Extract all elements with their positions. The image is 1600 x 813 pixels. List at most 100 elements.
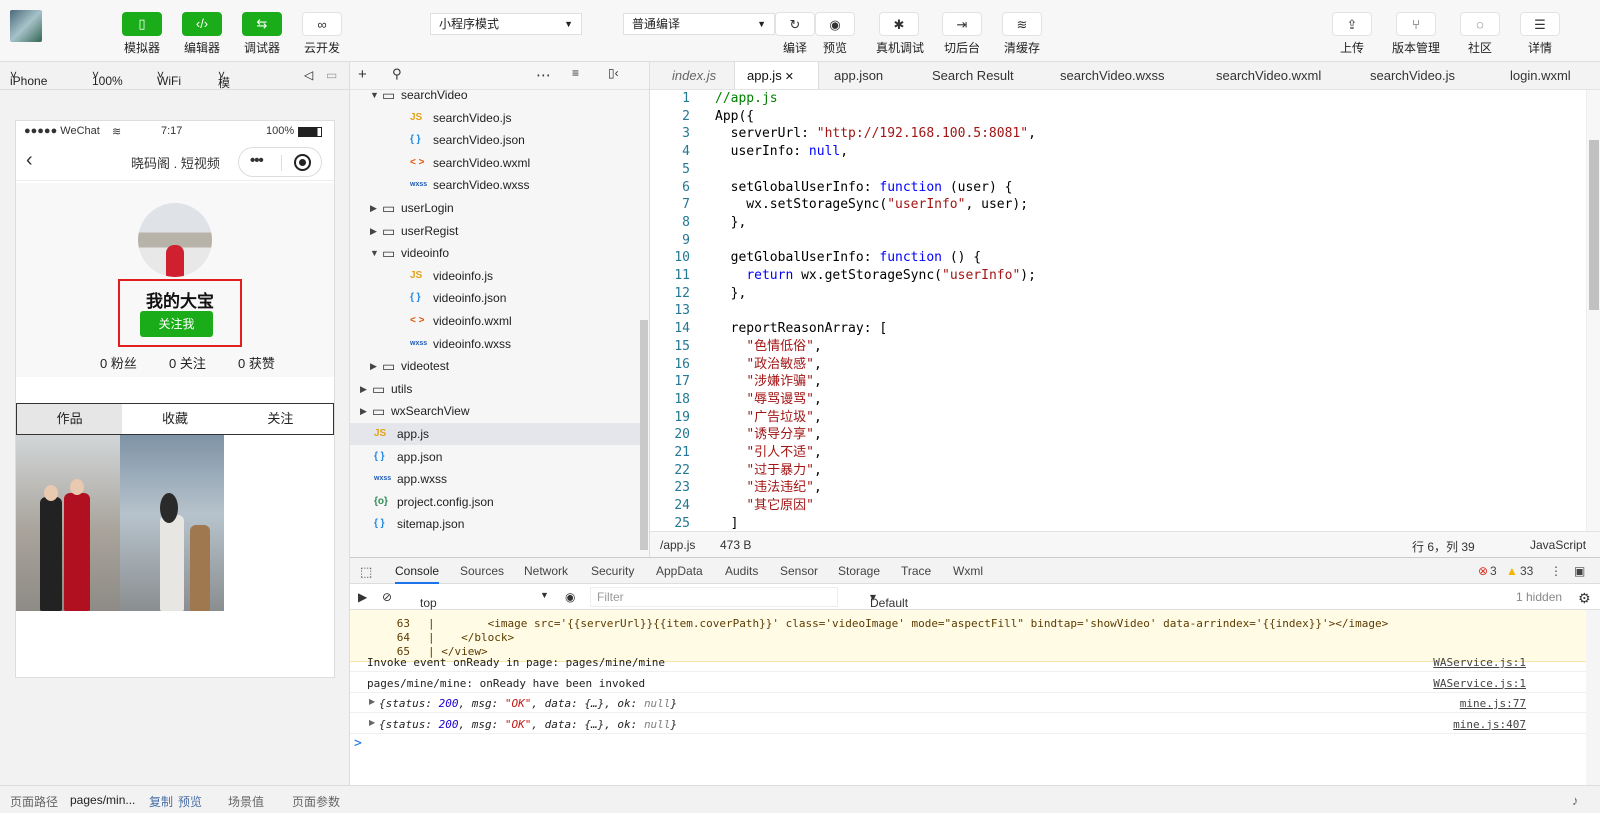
editor-button[interactable]: ‹/› 编辑器	[180, 12, 224, 56]
tree-item[interactable]: ▶ ▭ utils	[350, 378, 640, 400]
gear-icon[interactable]: ⚙	[1578, 590, 1591, 607]
preview-button[interactable]: ◉ 预览	[813, 12, 857, 56]
devtools-more-icon[interactable]: ⋮	[1550, 564, 1562, 578]
version-button[interactable]: ⑂ 版本管理	[1392, 12, 1440, 56]
tab-searchvideo-js[interactable]: searchVideo.js	[1370, 62, 1455, 89]
tree-item[interactable]: wxss app.wxss	[350, 468, 640, 490]
close-record-icon[interactable]	[294, 154, 311, 171]
log-source-link[interactable]: mine.js:407	[1453, 718, 1526, 731]
tree-item[interactable]: JS app.js	[350, 423, 640, 445]
tab-searchvideo-wxml[interactable]: searchVideo.wxml	[1216, 62, 1321, 89]
tab-search-result[interactable]: Search Result	[932, 62, 1014, 89]
copy-link[interactable]: 复制	[149, 793, 173, 810]
cloud-dev-button[interactable]: ∞ 云开发	[300, 12, 344, 56]
compile-select[interactable]: 普通编译 ▼	[623, 13, 775, 35]
log-source-link[interactable]: mine.js:77	[1460, 697, 1526, 710]
tab-works[interactable]: 作品	[17, 404, 123, 434]
tree-item[interactable]: wxss searchVideo.wxss	[350, 174, 640, 196]
zoom-select[interactable]: 100% ˅	[92, 68, 123, 88]
log-object[interactable]: {status: 200, msg: "OK", data: {…}, ok: …	[379, 718, 677, 731]
tree-item[interactable]: { } videoinfo.json	[350, 287, 640, 309]
compile-button[interactable]: ↻ 编译	[773, 12, 817, 56]
bell-icon[interactable]: ♪	[1572, 793, 1579, 808]
tree-item[interactable]: wxss videoinfo.wxss	[350, 333, 640, 355]
tree-item[interactable]: {o} project.config.json	[350, 491, 640, 513]
more-dots-icon[interactable]: •••	[250, 152, 264, 169]
remote-debug-button[interactable]: ✱ 真机调试	[876, 12, 924, 56]
tree-item[interactable]: ▶ ▭ userLogin	[350, 197, 640, 219]
dock-icon[interactable]: ▣	[1574, 564, 1585, 578]
console-filter-input[interactable]: Filter	[590, 587, 838, 607]
network-select[interactable]: WiFi ˅	[157, 68, 181, 88]
device-select[interactable]: iPhone 5 ˅	[10, 68, 47, 102]
simulator-button[interactable]: ▯ 模拟器	[120, 12, 164, 56]
eye-icon[interactable]: ◉	[565, 590, 575, 604]
tree-item[interactable]: { } sitemap.json	[350, 513, 640, 535]
user-avatar[interactable]	[10, 10, 42, 42]
back-arrow-icon[interactable]: ‹	[26, 149, 33, 172]
devtools-tab-appdata[interactable]: AppData	[656, 564, 703, 578]
tree-item[interactable]: { } app.json	[350, 446, 640, 468]
log-source-link[interactable]: WAService.js:1	[1433, 656, 1526, 669]
clear-console-icon[interactable]: ⊘	[382, 590, 392, 604]
preview-link[interactable]: 预览	[178, 793, 202, 810]
console-scrollbar[interactable]	[1586, 610, 1600, 786]
tree-item[interactable]: JS searchVideo.js	[350, 107, 640, 129]
more-icon[interactable]: ⋯	[536, 66, 551, 84]
tab-index-js[interactable]: index.js	[672, 62, 716, 89]
language-mode[interactable]: JavaScript	[1530, 538, 1586, 552]
tab-login-wxml[interactable]: login.wxml	[1510, 62, 1571, 89]
add-icon[interactable]: +	[358, 66, 367, 83]
devtools-tab-sources[interactable]: Sources	[460, 564, 504, 578]
tab-favorites[interactable]: 收藏	[122, 404, 227, 434]
devtools-tab-wxml[interactable]: Wxml	[953, 564, 983, 578]
console-prompt[interactable]: >	[350, 734, 1586, 754]
tab-following[interactable]: 关注	[228, 404, 333, 434]
sidebar-toggle-icon[interactable]: ▶	[358, 590, 367, 604]
editor-scrollbar[interactable]	[1586, 90, 1600, 531]
tab-app-js[interactable]: app.js ✕	[734, 62, 819, 89]
params-button[interactable]: 页面参数	[292, 793, 340, 810]
inspect-icon[interactable]: ⬚	[360, 564, 372, 580]
video-thumbnail[interactable]	[120, 435, 224, 611]
tree-item[interactable]: ▶ ▭ wxSearchView	[350, 400, 640, 422]
profile-avatar[interactable]	[138, 203, 212, 277]
clear-cache-button[interactable]: ≋ 清缓存	[1000, 12, 1044, 56]
tree-item[interactable]: { } searchVideo.json	[350, 129, 640, 151]
devtools-tab-network[interactable]: Network	[524, 564, 568, 578]
explorer-scrollbar[interactable]	[640, 320, 648, 550]
expand-arrow-icon[interactable]: ▶	[369, 697, 375, 706]
follow-button[interactable]: 关注我	[140, 311, 213, 337]
split-icon[interactable]: ▯‹	[608, 66, 619, 80]
tree-item[interactable]: < > searchVideo.wxml	[350, 152, 640, 174]
devtools-tab-trace[interactable]: Trace	[901, 564, 931, 578]
video-thumbnail[interactable]	[16, 435, 120, 611]
mute-icon[interactable]: ◁	[304, 68, 313, 82]
collapse-icon[interactable]: ≡	[572, 66, 579, 80]
tree-item[interactable]: ▶ ▭ userRegist	[350, 220, 640, 242]
tab-searchvideo-wxss[interactable]: searchVideo.wxss	[1060, 62, 1165, 89]
tree-item[interactable]: ▼ ▭ searchVideo	[350, 90, 640, 106]
devtools-tab-audits[interactable]: Audits	[725, 564, 758, 578]
tab-app-json[interactable]: app.json	[834, 62, 883, 89]
details-button[interactable]: ☰ 详情	[1518, 12, 1562, 56]
mode-select[interactable]: 小程序模式 ▼	[430, 13, 582, 35]
community-button[interactable]: ◌ 社区	[1458, 12, 1502, 56]
tree-item[interactable]: < > videoinfo.wxml	[350, 310, 640, 332]
log-source-link[interactable]: WAService.js:1	[1433, 677, 1526, 690]
upload-button[interactable]: ⇪ 上传	[1330, 12, 1374, 56]
devtools-tab-security[interactable]: Security	[591, 564, 634, 578]
code-area[interactable]: 1//app.js 2 App({3 serverUrl: "http://192.…	[650, 90, 1600, 531]
debugger-button[interactable]: ⇆ 调试器	[240, 12, 284, 56]
devtools-tab-sensor[interactable]: Sensor	[780, 564, 818, 578]
devtools-tab-console[interactable]: Console	[395, 564, 440, 584]
levels-select[interactable]: Default levels ▾	[870, 590, 908, 624]
window-icon[interactable]: ▭	[326, 68, 337, 82]
search-icon[interactable]: ⚲	[392, 66, 402, 82]
log-object[interactable]: {status: 200, msg: "OK", data: {…}, ok: …	[379, 697, 677, 710]
ops-select[interactable]: 模拟操作 ˅	[218, 68, 230, 141]
close-icon[interactable]: ✕	[782, 71, 794, 83]
background-button[interactable]: ⇥ 切后台	[940, 12, 984, 56]
tree-item[interactable]: ▼ ▭ videoinfo	[350, 242, 640, 264]
tree-item[interactable]: JS videoinfo.js	[350, 265, 640, 287]
